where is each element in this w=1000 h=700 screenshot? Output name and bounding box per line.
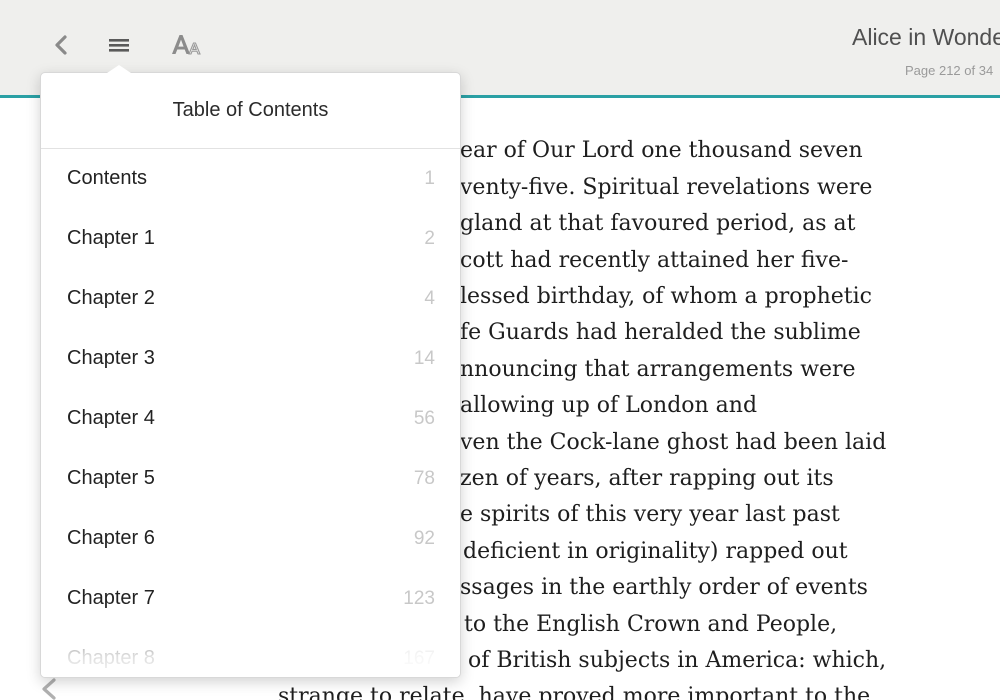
toc-item-chapter-1[interactable]: Chapter 1 2	[41, 209, 460, 269]
page-line: e spirits of this very year last past	[460, 502, 840, 527]
page-line: zen of years, after rapping out its	[460, 466, 834, 491]
page-line: fe Guards had heralded the sublime	[460, 320, 861, 345]
toc-item-page: 78	[413, 468, 435, 489]
toc-item-chapter-6[interactable]: Chapter 6 92	[41, 509, 460, 569]
toc-item-page: 1	[424, 168, 435, 189]
page-indicator: Page 212 of 34	[905, 63, 994, 78]
toc-item-label: Chapter 8	[67, 647, 155, 669]
page-line: strange to relate, have proved more impo…	[278, 684, 871, 700]
page-line: cott had recently attained her five-	[460, 248, 849, 273]
page-line: of British subjects in America: which,	[468, 648, 887, 673]
toc-item-page: 167	[403, 648, 435, 669]
toc-item-contents[interactable]: Contents 1	[41, 149, 460, 209]
toc-item-page: 56	[413, 408, 435, 429]
page-line: ear of Our Lord one thousand seven	[460, 138, 863, 163]
page-line: ven the Cock-lane ghost had been laid	[460, 430, 887, 455]
toc-item-label: Contents	[67, 167, 148, 189]
table-of-contents-popover: Table of Contents Contents 1 Chapter 1 2…	[40, 72, 461, 678]
page-line: lessed birthday, of whom a prophetic	[460, 284, 872, 309]
toc-item-label: Chapter 5	[67, 467, 155, 489]
toc-item-chapter-5[interactable]: Chapter 5 78	[41, 449, 460, 509]
page-line: gland at that favoured period, as at	[460, 211, 856, 236]
font-settings-button[interactable]	[164, 30, 208, 64]
toc-item-page: 4	[424, 288, 435, 309]
page-line: deficient in originality) rapped out	[463, 539, 848, 564]
page-line: nnouncing that arrangements were	[460, 357, 856, 382]
page-line: to the English Crown and People,	[464, 612, 838, 637]
page-line: allowing up of London and	[460, 393, 758, 418]
chevron-left-icon	[38, 678, 60, 700]
toc-item-page: 2	[424, 228, 435, 249]
toc-item-label: Chapter 1	[67, 227, 155, 249]
page-line: venty-five. Spiritual revelations were	[460, 175, 873, 200]
chevron-left-icon	[52, 34, 70, 61]
toc-item-label: Chapter 4	[67, 407, 155, 429]
toc-item-label: Chapter 3	[67, 347, 155, 369]
toc-item-page: 123	[403, 588, 435, 609]
toc-item-page: 14	[413, 348, 435, 369]
toc-item-page: 92	[413, 528, 435, 549]
back-button[interactable]	[44, 30, 78, 64]
toc-item-chapter-2[interactable]: Chapter 2 4	[41, 269, 460, 329]
book-title: Alice in Wonderland	[852, 24, 1000, 50]
reader-window: ear of Our Lord one thousand seven venty…	[0, 0, 1000, 700]
previous-page-button[interactable]	[38, 676, 60, 700]
page-line: ssages in the earthly order of events	[460, 575, 868, 600]
toc-title: Table of Contents	[41, 73, 460, 149]
toc-item-chapter-8[interactable]: Chapter 8 167	[41, 629, 460, 677]
toc-item-label: Chapter 7	[67, 587, 155, 609]
toc-item-chapter-3[interactable]: Chapter 3 14	[41, 329, 460, 389]
toc-item-chapter-4[interactable]: Chapter 4 56	[41, 389, 460, 449]
toc-item-chapter-7[interactable]: Chapter 7 123	[41, 569, 460, 629]
toc-item-label: Chapter 6	[67, 527, 155, 549]
popover-arrow	[107, 65, 131, 73]
table-of-contents-button[interactable]	[100, 30, 138, 64]
hamburger-menu-icon	[108, 36, 130, 59]
font-size-icon	[170, 33, 202, 62]
toc-item-label: Chapter 2	[67, 287, 155, 309]
